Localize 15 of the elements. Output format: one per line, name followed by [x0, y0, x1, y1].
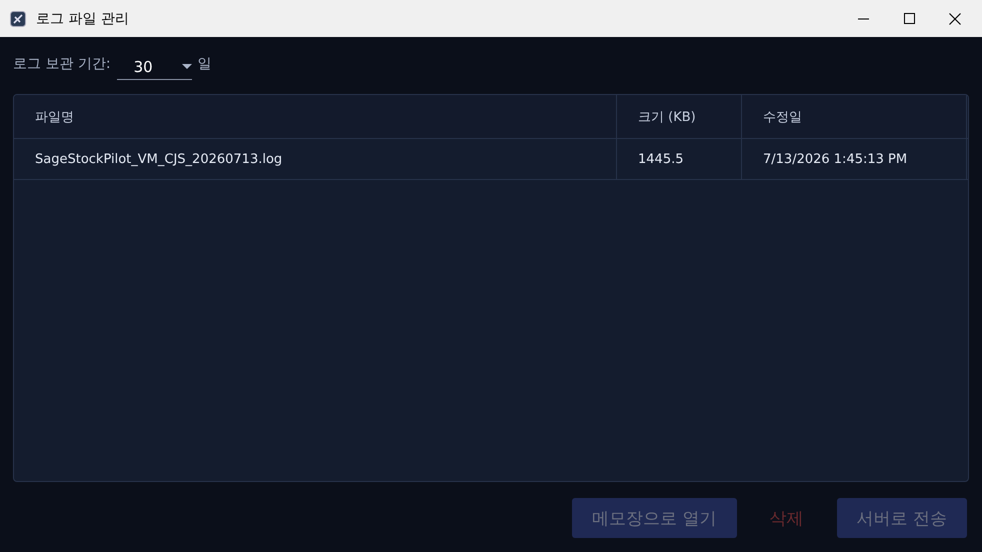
- maximize-icon: [904, 13, 914, 24]
- retention-dropdown[interactable]: 30: [116, 54, 192, 80]
- table-cell: SageStockPilot_VM_CJS_20260713.log: [14, 139, 617, 179]
- caret-icon: [182, 64, 192, 70]
- column-header[interactable]: 크기 (KB): [617, 95, 742, 138]
- unit-label: 일: [198, 55, 212, 73]
- app-icon: [10, 10, 26, 26]
- window-title: 로그 파일 관리: [36, 10, 130, 28]
- close-icon: [949, 12, 961, 24]
- column-header[interactable]: 파일명: [14, 95, 617, 138]
- column-header[interactable]: 수정일: [742, 95, 967, 138]
- retention-label: 로그 보관 기간:: [13, 55, 111, 73]
- minimize-icon: [858, 18, 868, 20]
- table-cell: 7/13/2026 1:45:13 PM: [742, 139, 967, 179]
- table-cell: 1445.5: [617, 139, 742, 179]
